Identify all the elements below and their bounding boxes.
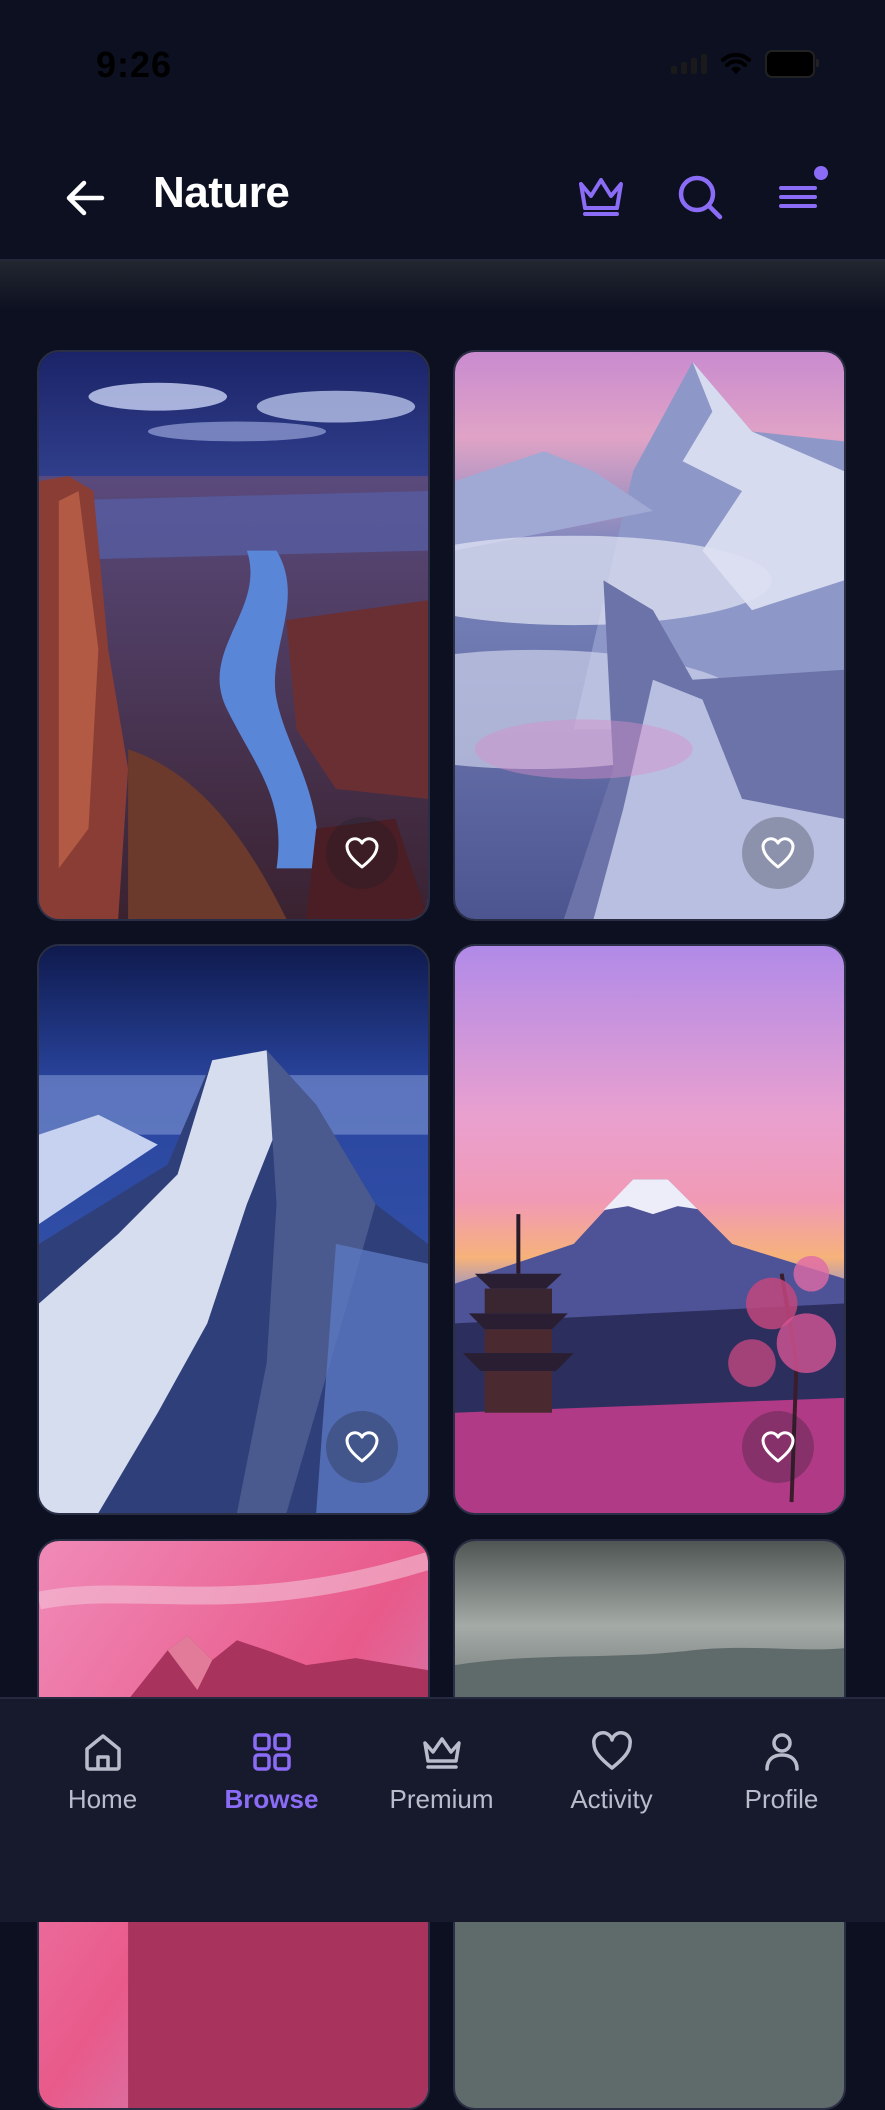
grid-icon: [252, 1733, 291, 1771]
heart-icon: [345, 1431, 379, 1463]
search-icon: [678, 175, 723, 220]
bottom-tab-bar: Home Browse Premium Activity Profile: [0, 1697, 885, 1922]
wallpaper-card[interactable]: [37, 350, 430, 921]
heart-icon: [345, 837, 379, 869]
favorite-button[interactable]: [742, 817, 814, 889]
person-icon: [764, 1733, 799, 1771]
wallpaper-card[interactable]: [37, 944, 430, 1515]
status-icons: [671, 50, 819, 78]
header: Nature: [0, 130, 885, 260]
wifi-icon: [721, 52, 751, 74]
menu-button[interactable]: [770, 166, 830, 226]
tab-profile-label: Profile: [744, 1784, 819, 1814]
status-bar: 9:26: [0, 0, 885, 130]
status-time: 9:26: [96, 44, 173, 85]
signal-icon: [671, 54, 707, 74]
favorite-button[interactable]: [326, 1411, 398, 1483]
notification-dot: [814, 166, 828, 180]
tab-premium[interactable]: Premium: [353, 1699, 530, 1839]
header-shadow: [0, 261, 885, 311]
tab-home-label: Home: [67, 1784, 138, 1814]
crown-icon: [579, 178, 623, 216]
heart-icon: [591, 1731, 632, 1770]
tab-activity-label: Activity: [570, 1784, 653, 1814]
back-button[interactable]: [58, 170, 114, 226]
search-button[interactable]: [670, 166, 730, 226]
wallpaper-card[interactable]: [453, 944, 846, 1515]
tab-premium-label: Premium: [389, 1784, 494, 1814]
page-title: Nature: [153, 168, 290, 217]
tab-profile[interactable]: Profile: [693, 1699, 870, 1839]
crown-icon: [422, 1737, 461, 1769]
wallpaper-card[interactable]: [453, 350, 846, 921]
tab-activity[interactable]: Activity: [523, 1699, 700, 1839]
tab-browse-label: Browse: [224, 1784, 319, 1814]
favorite-button[interactable]: [742, 1411, 814, 1483]
battery-icon: [765, 50, 819, 78]
premium-button[interactable]: [571, 166, 631, 226]
favorite-button[interactable]: [326, 817, 398, 889]
arrow-left-icon: [66, 180, 105, 216]
tab-home[interactable]: Home: [14, 1699, 191, 1839]
tab-browse[interactable]: Browse: [183, 1699, 360, 1839]
heart-icon: [761, 837, 795, 869]
heart-icon: [761, 1431, 795, 1463]
home-icon: [84, 1734, 121, 1771]
